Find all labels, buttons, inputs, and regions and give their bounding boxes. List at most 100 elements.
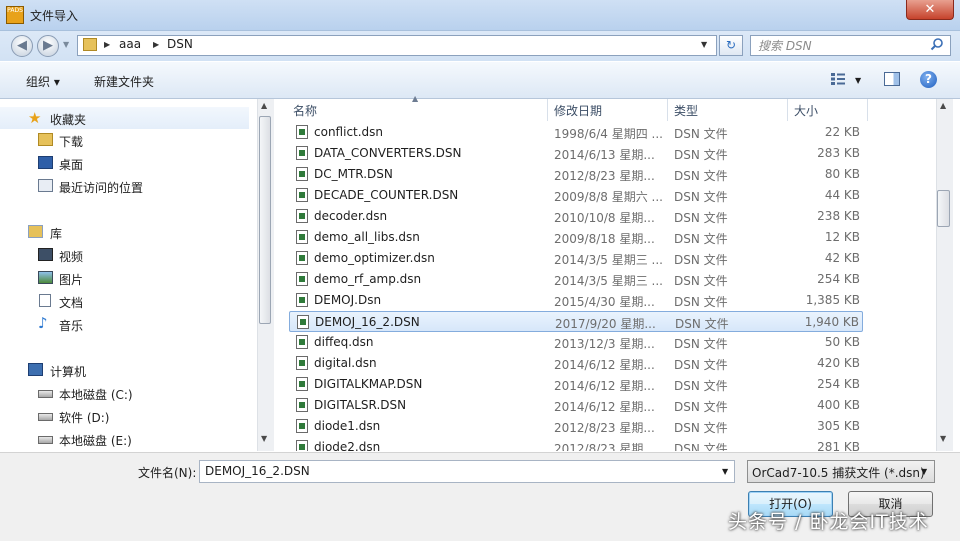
file-type: DSN 文件 xyxy=(674,274,728,288)
scroll-up-icon[interactable]: ▲ xyxy=(940,101,946,110)
file-name: DC_MTR.DSN xyxy=(314,167,393,181)
dsn-file-icon xyxy=(296,167,308,181)
file-name: decoder.dsn xyxy=(314,209,388,223)
file-date: 2014/6/12 星期... xyxy=(554,400,655,414)
file-date: 2014/6/12 星期... xyxy=(554,358,655,372)
file-row[interactable]: demo_all_libs.dsn 2009/8/18 星期... DSN 文件 12… xyxy=(289,227,863,248)
file-date: 2012/8/23 星期... xyxy=(554,421,655,435)
file-date: 2017/9/20 星期... xyxy=(555,317,656,331)
file-row[interactable]: DEMOJ.Dsn 2015/4/30 星期... DSN 文件 1,385 KB xyxy=(289,290,863,311)
file-row[interactable]: diffeq.dsn 2013/12/3 星期... DSN 文件 50 KB xyxy=(289,332,863,353)
file-name: diffeq.dsn xyxy=(314,335,374,349)
file-type: DSN 文件 xyxy=(675,317,729,331)
dsn-file-icon xyxy=(296,377,308,391)
dsn-file-icon xyxy=(296,335,308,349)
file-name: DATA_CONVERTERS.DSN xyxy=(314,146,462,160)
file-row[interactable]: diode2.dsn 2012/8/23 星期... DSN 文件 281 KB xyxy=(289,437,863,451)
file-name: diode1.dsn xyxy=(314,419,381,433)
file-type: DSN 文件 xyxy=(674,253,728,267)
dsn-file-icon xyxy=(296,440,308,451)
file-date: 2012/8/23 星期... xyxy=(554,442,655,451)
file-row[interactable]: DC_MTR.DSN 2012/8/23 星期... DSN 文件 80 KB xyxy=(289,164,863,185)
file-name: demo_optimizer.dsn xyxy=(314,251,435,265)
dsn-file-icon xyxy=(297,315,309,329)
file-name: demo_all_libs.dsn xyxy=(314,230,420,244)
dsn-file-icon xyxy=(296,398,308,412)
dsn-file-icon xyxy=(296,146,308,160)
file-size: 254 KB xyxy=(817,272,860,286)
file-type: DSN 文件 xyxy=(674,442,728,451)
dsn-file-icon xyxy=(296,356,308,370)
file-date: 2014/3/5 星期三 ... xyxy=(554,274,663,288)
file-name: digital.dsn xyxy=(314,356,377,370)
file-row[interactable]: DIGITALKMAP.DSN 2014/6/12 星期... DSN 文件 254 … xyxy=(289,374,863,395)
file-date: 2010/10/8 星期... xyxy=(554,211,655,225)
dsn-file-icon xyxy=(296,209,308,223)
dsn-file-icon xyxy=(296,125,308,139)
file-row[interactable]: DECADE_COUNTER.DSN 2009/8/8 星期六 ... DSN 文件… xyxy=(289,185,863,206)
file-date: 2014/6/13 星期... xyxy=(554,148,655,162)
dsn-file-icon xyxy=(296,251,308,265)
file-row[interactable]: DATA_CONVERTERS.DSN 2014/6/13 星期... DSN 文件… xyxy=(289,143,863,164)
file-type: DSN 文件 xyxy=(674,337,728,351)
file-date: 2014/6/12 星期... xyxy=(554,379,655,393)
file-type: DSN 文件 xyxy=(674,400,728,414)
scroll-down-icon[interactable]: ▼ xyxy=(940,434,946,443)
filename-label: 文件名(N): xyxy=(138,466,197,480)
file-row[interactable]: decoder.dsn 2010/10/8 星期... DSN 文件 238 KB xyxy=(289,206,863,227)
filetype-dropdown-icon[interactable]: ▼ xyxy=(921,467,927,476)
file-type: DSN 文件 xyxy=(674,379,728,393)
file-type: DSN 文件 xyxy=(674,169,728,183)
file-size: 283 KB xyxy=(817,146,860,160)
file-type: DSN 文件 xyxy=(674,211,728,225)
file-size: 44 KB xyxy=(824,188,860,202)
file-name: DEMOJ.Dsn xyxy=(314,293,382,307)
file-row[interactable]: DEMOJ_16_2.DSN 2017/9/20 星期... DSN 文件 1,940… xyxy=(289,311,863,332)
dsn-file-icon xyxy=(296,272,308,286)
file-type: DSN 文件 xyxy=(674,127,728,141)
file-date: 2012/8/23 星期... xyxy=(554,169,655,183)
file-type: DSN 文件 xyxy=(674,421,728,435)
file-date: 2015/4/30 星期... xyxy=(554,295,655,309)
file-row[interactable]: demo_optimizer.dsn 2014/3/5 星期三 ... DSN 文件… xyxy=(289,248,863,269)
file-type: DSN 文件 xyxy=(674,232,728,246)
file-row[interactable]: digital.dsn 2014/6/12 星期... DSN 文件 420 KB xyxy=(289,353,863,374)
file-name: DIGITALSR.DSN xyxy=(314,398,407,412)
file-size: 1,385 KB xyxy=(805,293,860,307)
file-row[interactable]: DIGITALSR.DSN 2014/6/12 星期... DSN 文件 400 KB xyxy=(289,395,863,416)
file-name: DEMOJ_16_2.DSN xyxy=(315,315,420,329)
file-size: 50 KB xyxy=(824,335,860,349)
dsn-file-icon xyxy=(296,230,308,244)
file-type: DSN 文件 xyxy=(674,295,728,309)
file-size: 1,940 KB xyxy=(804,315,859,329)
dsn-file-icon xyxy=(296,188,308,202)
watermark: 头条号 / 卧龙会IT技术 xyxy=(728,511,929,533)
file-name: DECADE_COUNTER.DSN xyxy=(314,188,459,202)
file-name: conflict.dsn xyxy=(314,125,384,139)
filetype-select[interactable]: OrCad7-10.5 捕获文件 (*.dsn) xyxy=(747,460,935,483)
file-name: diode2.dsn xyxy=(314,440,381,451)
filename-field[interactable]: DEMOJ_16_2.DSN xyxy=(199,460,735,483)
file-size: 238 KB xyxy=(817,209,860,223)
file-list-scrollbar[interactable] xyxy=(936,99,953,451)
file-size: 42 KB xyxy=(824,251,860,265)
file-size: 80 KB xyxy=(824,167,860,181)
file-date: 2014/3/5 星期三 ... xyxy=(554,253,663,267)
file-date: 2009/8/8 星期六 ... xyxy=(554,190,663,204)
filename-dropdown-icon[interactable]: ▼ xyxy=(722,467,728,476)
file-name: demo_rf_amp.dsn xyxy=(314,272,422,286)
file-size: 12 KB xyxy=(824,230,860,244)
file-row[interactable]: conflict.dsn 1998/6/4 星期四 ... DSN 文件 22 KB xyxy=(289,122,863,143)
file-list-scrollbar-thumb[interactable] xyxy=(937,190,950,227)
file-row[interactable]: diode1.dsn 2012/8/23 星期... DSN 文件 305 KB xyxy=(289,416,863,437)
file-size: 305 KB xyxy=(817,419,860,433)
file-date: 1998/6/4 星期四 ... xyxy=(554,127,663,141)
file-row[interactable]: demo_rf_amp.dsn 2014/3/5 星期三 ... DSN 文件 254… xyxy=(289,269,863,290)
file-size: 254 KB xyxy=(817,377,860,391)
file-date: 2013/12/3 星期... xyxy=(554,337,655,351)
file-name: DIGITALKMAP.DSN xyxy=(314,377,423,391)
file-date: 2009/8/18 星期... xyxy=(554,232,655,246)
dsn-file-icon xyxy=(296,293,308,307)
file-size: 420 KB xyxy=(817,356,860,370)
file-type: DSN 文件 xyxy=(674,148,728,162)
